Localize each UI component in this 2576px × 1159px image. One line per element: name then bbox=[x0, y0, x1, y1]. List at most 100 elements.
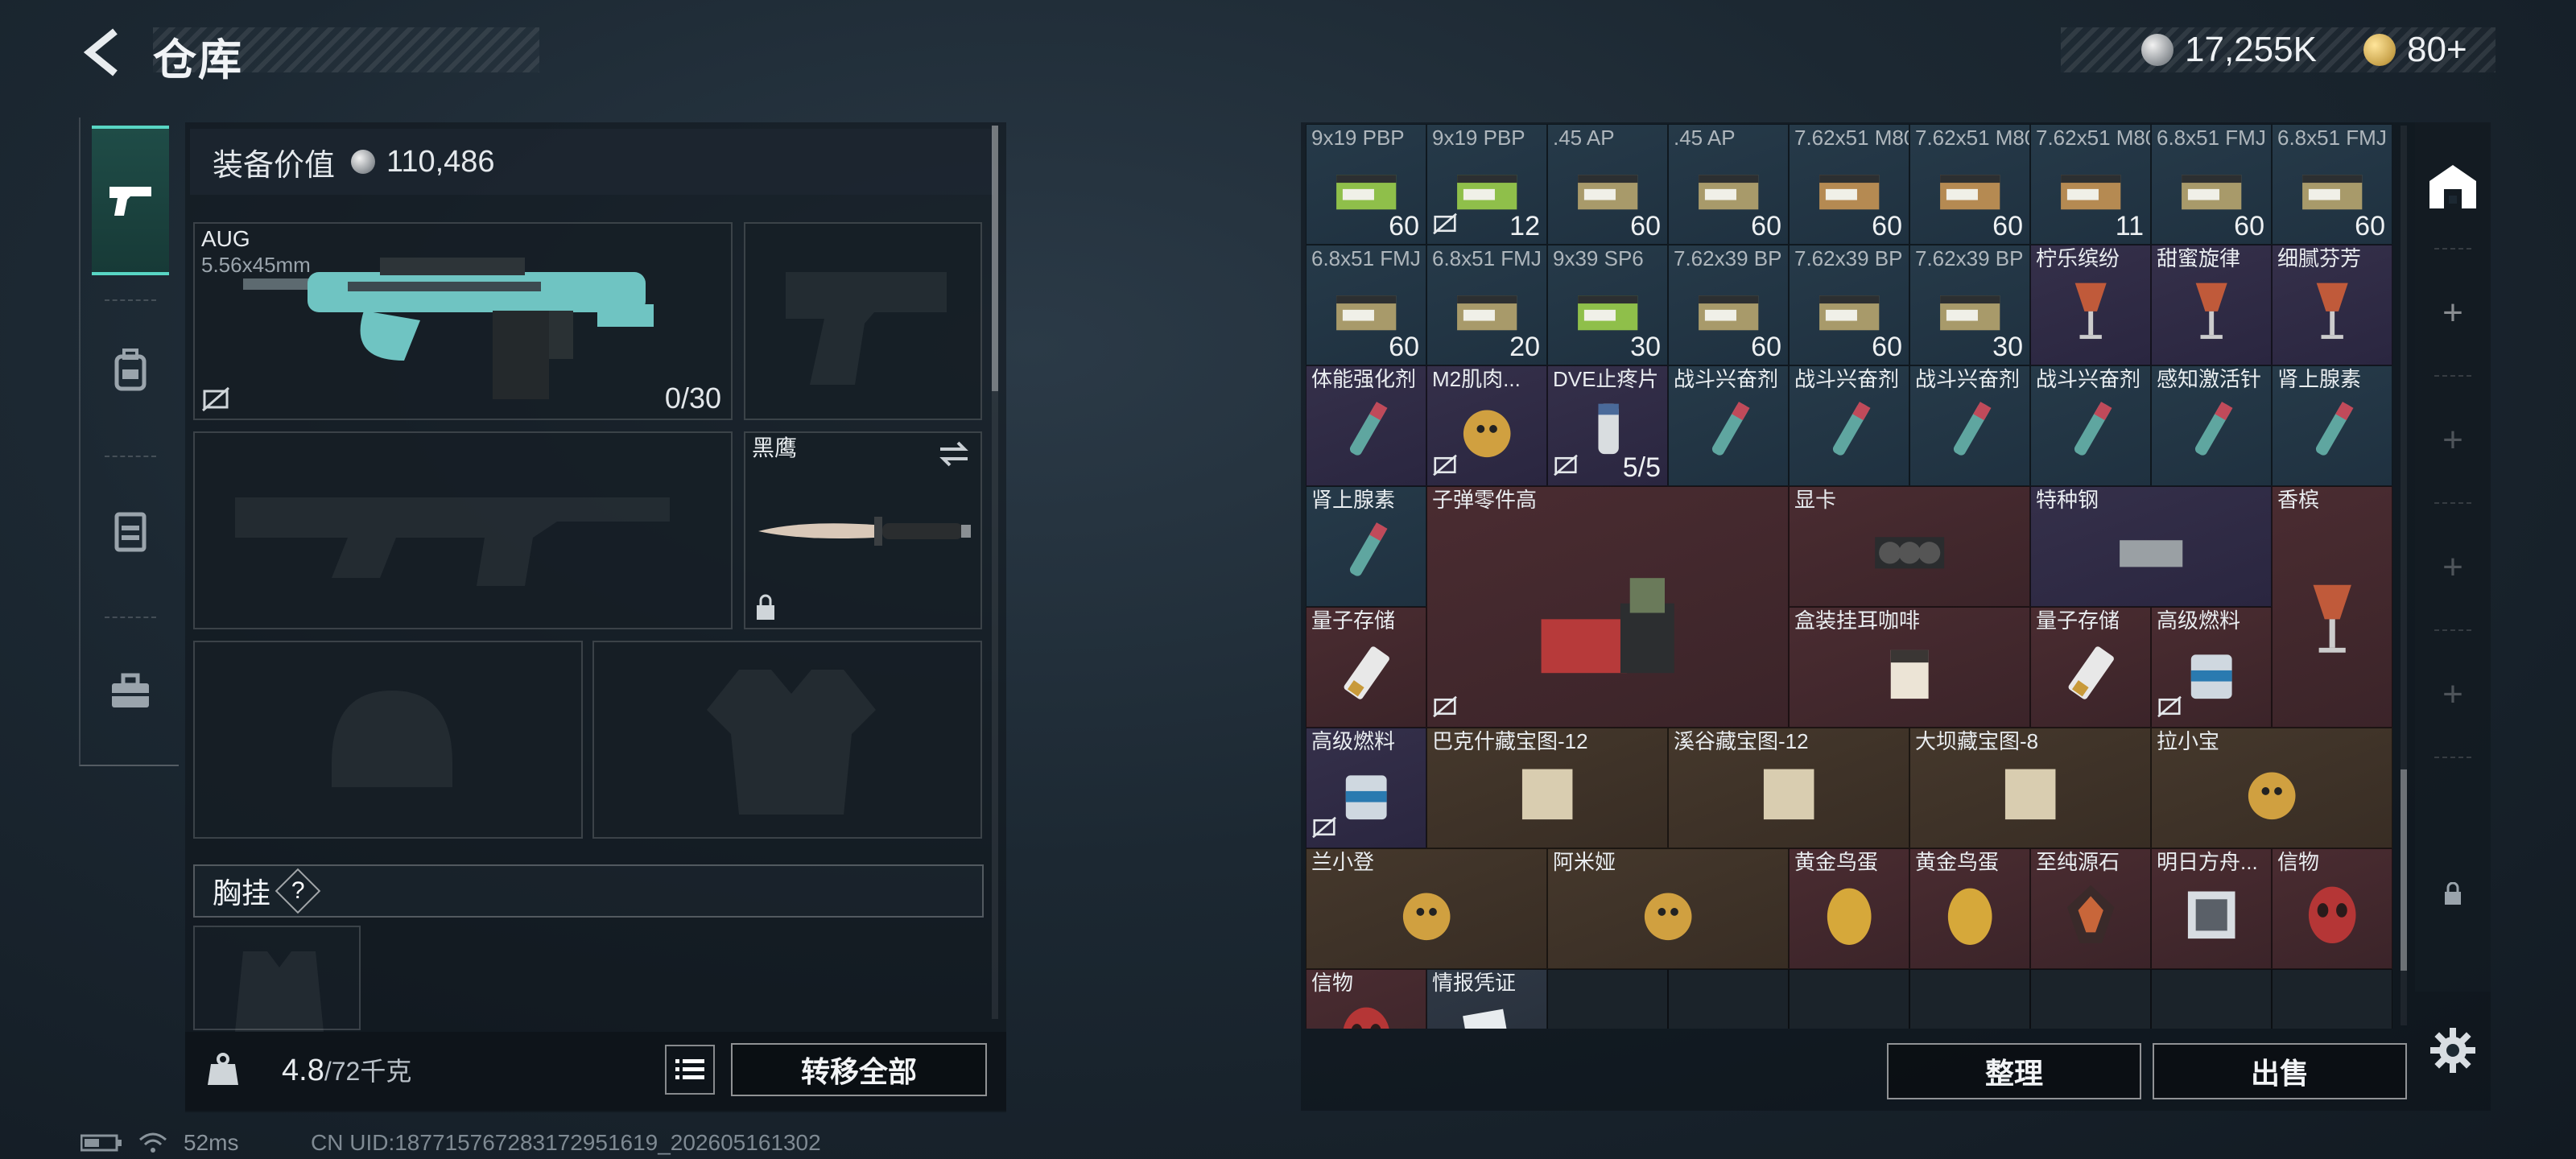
item-quantity: 12 bbox=[1509, 211, 1540, 241]
list-view-button[interactable] bbox=[665, 1045, 715, 1095]
item-quantity: 30 bbox=[1630, 332, 1661, 362]
item-name: 高级燃料 bbox=[1311, 729, 1396, 753]
storage-scrollbar[interactable] bbox=[2401, 126, 2407, 1025]
storage-item[interactable]: 9x19 PBP 60 bbox=[1306, 124, 1426, 245]
storage-item[interactable]: 高级燃料 bbox=[2151, 607, 2272, 728]
storage-item[interactable]: 战斗兴奋剂 bbox=[2030, 365, 2151, 486]
storage-item[interactable]: 香槟 bbox=[2272, 486, 2392, 728]
primary-weapon-slot[interactable]: AUG 5.56x45mm 0/30 bbox=[193, 222, 733, 420]
storage-item[interactable]: 细腻芬芳 bbox=[2272, 245, 2392, 365]
secondary-weapon-slot[interactable] bbox=[193, 431, 733, 629]
storage-item[interactable]: 9x19 PBP 12 bbox=[1426, 124, 1547, 245]
wifi-icon bbox=[139, 1132, 167, 1153]
melee-slot[interactable]: 黑鹰 bbox=[744, 431, 982, 629]
storage-item[interactable]: 大坝藏宝图-8 bbox=[1909, 728, 2151, 848]
storage-item[interactable]: 阿米娅 bbox=[1547, 848, 1789, 969]
tab-weapons[interactable] bbox=[92, 126, 169, 275]
storage-item[interactable]: 溪谷藏宝图-12 bbox=[1668, 728, 1909, 848]
item-image bbox=[1763, 769, 1814, 819]
silver-currency[interactable]: 17,255K bbox=[2141, 27, 2317, 72]
storage-item[interactable]: 7.62x51 M80 11 bbox=[2030, 124, 2151, 245]
storage-item[interactable]: 黄金鸟蛋 bbox=[1909, 848, 2030, 969]
storage-item[interactable]: 肾上腺素 bbox=[1306, 486, 1426, 607]
storage-item[interactable]: .45 AP 60 bbox=[1547, 124, 1668, 245]
storage-item[interactable]: 盒装挂耳咖啡 bbox=[1789, 607, 2030, 728]
item-name: 至纯源石 bbox=[2036, 850, 2120, 874]
storage-item[interactable]: 7.62x51 M80 60 bbox=[1909, 124, 2030, 245]
empty-storage-cell[interactable] bbox=[1547, 969, 1668, 1029]
storage-item[interactable]: 7.62x39 BP 60 bbox=[1789, 245, 1909, 365]
storage-item[interactable]: DVE止疼片 5/5 bbox=[1547, 365, 1668, 486]
storage-page-add-4[interactable]: + bbox=[2415, 631, 2491, 758]
storage-item[interactable]: 情报凭证 bbox=[1426, 969, 1547, 1029]
storage-item[interactable]: 战斗兴奋剂 bbox=[1789, 365, 1909, 486]
item-name: 7.62x39 BP bbox=[1915, 246, 2024, 270]
empty-storage-cell[interactable] bbox=[1789, 969, 1909, 1029]
storage-item[interactable]: 7.62x51 M80 60 bbox=[1789, 124, 1909, 245]
storage-item[interactable]: M2肌肉... bbox=[1426, 365, 1547, 486]
storage-item[interactable]: 甜蜜旋律 bbox=[2151, 245, 2272, 365]
storage-page-add-1[interactable]: + bbox=[2415, 250, 2491, 377]
swap-icon[interactable] bbox=[937, 439, 971, 468]
help-icon[interactable]: ? bbox=[275, 868, 321, 914]
storage-item[interactable]: 黄金鸟蛋 bbox=[1789, 848, 1909, 969]
tab-briefcase[interactable] bbox=[92, 617, 169, 766]
storage-item[interactable]: 肾上腺素 bbox=[2272, 365, 2392, 486]
storage-item[interactable]: 兰小登 bbox=[1306, 848, 1547, 969]
storage-item[interactable]: 高级燃料 bbox=[1306, 728, 1426, 848]
transfer-all-button[interactable]: 转移全部 bbox=[731, 1043, 987, 1096]
organize-button[interactable]: 整理 bbox=[1887, 1043, 2141, 1099]
storage-item[interactable]: 信物 bbox=[2272, 848, 2392, 969]
sell-button[interactable]: 出售 bbox=[2153, 1043, 2407, 1099]
storage-item[interactable]: 6.8x51 FMJ 60 bbox=[2151, 124, 2272, 245]
storage-item[interactable]: 巴克什藏宝图-12 bbox=[1426, 728, 1668, 848]
storage-page-add-2[interactable]: + bbox=[2415, 377, 2491, 504]
storage-item[interactable]: 信物 bbox=[1306, 969, 1426, 1029]
empty-storage-cell[interactable] bbox=[1668, 969, 1789, 1029]
lock-icon bbox=[757, 594, 774, 620]
storage-item[interactable]: 9x39 SP6 30 bbox=[1547, 245, 1668, 365]
backpack-icon bbox=[114, 349, 147, 391]
item-image bbox=[1832, 401, 1871, 456]
storage-item[interactable]: 7.62x39 BP 60 bbox=[1668, 245, 1789, 365]
empty-storage-cell[interactable] bbox=[2151, 969, 2272, 1029]
tab-vest[interactable] bbox=[92, 456, 169, 605]
chest-rig-slot[interactable] bbox=[193, 926, 361, 1032]
storage-item[interactable]: 7.62x39 BP 30 bbox=[1909, 245, 2030, 365]
storage-item[interactable]: 柠乐缤纷 bbox=[2030, 245, 2151, 365]
storage-item[interactable]: 感知激活针 bbox=[2151, 365, 2272, 486]
storage-item[interactable]: 战斗兴奋剂 bbox=[1909, 365, 2030, 486]
storage-page-add-3[interactable]: + bbox=[2415, 504, 2491, 631]
storage-page-main[interactable] bbox=[2415, 122, 2491, 250]
storage-item[interactable]: 明日方舟... bbox=[2151, 848, 2272, 969]
settings-button[interactable] bbox=[2425, 1022, 2481, 1079]
no-bind-icon bbox=[202, 386, 229, 412]
storage-item[interactable]: 至纯源石 bbox=[2030, 848, 2151, 969]
storage-item[interactable]: 6.8x51 FMJ 20 bbox=[1426, 245, 1547, 365]
item-name: 阿米娅 bbox=[1553, 850, 1616, 874]
storage-item[interactable]: 量子存储 bbox=[1306, 607, 1426, 728]
storage-item[interactable]: 战斗兴奋剂 bbox=[1668, 365, 1789, 486]
storage-item[interactable]: 拉小宝 bbox=[2151, 728, 2392, 848]
sidearm-slot[interactable] bbox=[744, 222, 982, 420]
storage-item[interactable]: 显卡 bbox=[1789, 486, 2030, 607]
helmet-slot[interactable] bbox=[193, 641, 583, 839]
storage-item[interactable]: 子弹零件高 bbox=[1426, 486, 1789, 728]
item-image bbox=[1462, 1008, 1513, 1029]
storage-page-locked[interactable] bbox=[2415, 831, 2491, 958]
equipment-scrollbar[interactable] bbox=[992, 126, 998, 1019]
back-button[interactable] bbox=[77, 24, 126, 80]
armor-slot[interactable] bbox=[592, 641, 982, 839]
empty-storage-cell[interactable] bbox=[2272, 969, 2392, 1029]
storage-item[interactable]: 量子存储 bbox=[2030, 607, 2151, 728]
item-quantity: 11 bbox=[2115, 211, 2144, 241]
gold-currency[interactable]: 80+ bbox=[2363, 27, 2467, 72]
storage-item[interactable]: 体能强化剂 bbox=[1306, 365, 1426, 486]
tab-backpack[interactable] bbox=[92, 295, 169, 444]
storage-item[interactable]: .45 AP 60 bbox=[1668, 124, 1789, 245]
empty-storage-cell[interactable] bbox=[1909, 969, 2030, 1029]
storage-item[interactable]: 6.8x51 FMJ 60 bbox=[1306, 245, 1426, 365]
empty-storage-cell[interactable] bbox=[2030, 969, 2151, 1029]
storage-item[interactable]: 6.8x51 FMJ 60 bbox=[2272, 124, 2392, 245]
storage-item[interactable]: 特种钢 bbox=[2030, 486, 2272, 607]
